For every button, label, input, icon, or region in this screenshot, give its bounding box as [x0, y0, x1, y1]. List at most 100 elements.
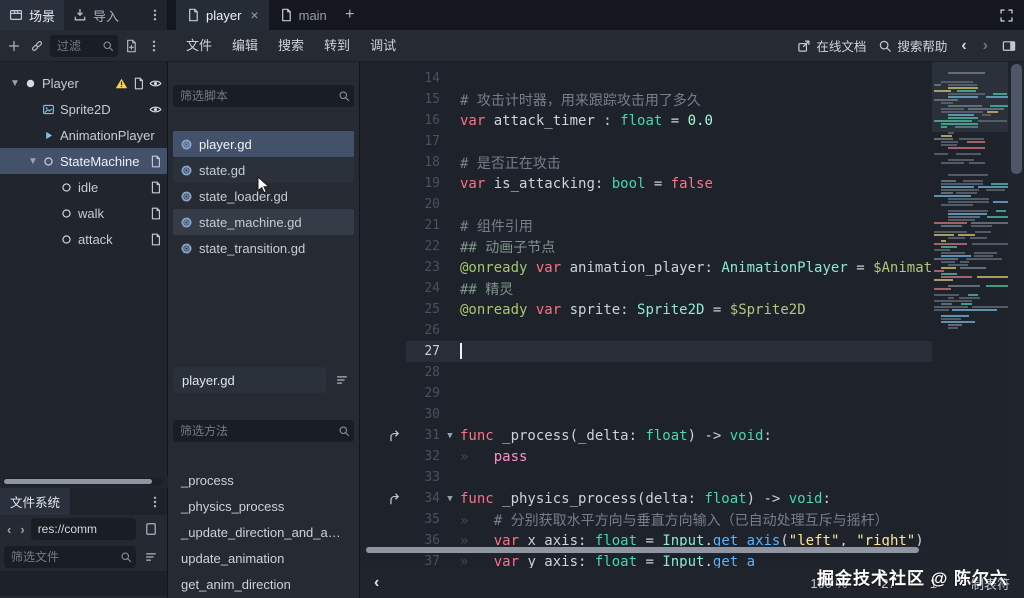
scene-node-Player[interactable]: ▼ Player: [0, 70, 167, 96]
dock-tabs-menu-button[interactable]: [143, 0, 167, 30]
code-text[interactable]: func _process(_delta: float) -> void:: [460, 428, 932, 444]
code-line-33[interactable]: 33: [360, 467, 932, 488]
script-item-state_machine.gd[interactable]: state_machine.gd: [173, 209, 354, 235]
code-line-18[interactable]: 18 # 是否正在攻击: [360, 152, 932, 173]
code-line-32[interactable]: 32 » pass: [360, 446, 932, 467]
method-override-icon[interactable]: [388, 492, 402, 506]
code-line-29[interactable]: 29: [360, 383, 932, 404]
filesystem-menu-button[interactable]: [143, 488, 167, 515]
fs-filter-input[interactable]: [4, 546, 136, 568]
code-text[interactable]: @onready var sprite: Sprite2D = $Sprite2…: [460, 302, 932, 318]
scene-node-walk[interactable]: walk: [0, 200, 167, 226]
code-line-25[interactable]: 25 @onready var sprite: Sprite2D = $Sprit…: [360, 299, 932, 320]
code-line-22[interactable]: 22 ## 动画子节点: [360, 236, 932, 257]
history-forward-button[interactable]: ›: [981, 37, 990, 55]
code-text[interactable]: # 组件引用: [460, 216, 932, 236]
script-icon[interactable]: [149, 181, 162, 194]
script-tab-player[interactable]: player ×: [176, 0, 269, 30]
method-item[interactable]: _physics_process: [173, 494, 354, 520]
code-line-34[interactable]: 34 ▼ func _physics_process(delta: float) -…: [360, 488, 932, 509]
script-tab-main[interactable]: main: [269, 0, 337, 30]
scene-node-attack[interactable]: attack: [0, 226, 167, 252]
menu-1[interactable]: 编辑: [222, 30, 268, 62]
online-docs-button[interactable]: 在线文档: [797, 36, 866, 55]
script-icon[interactable]: [149, 233, 162, 246]
method-item[interactable]: get_anim_direction: [173, 572, 354, 598]
scene-node-StateMachine[interactable]: ▼ StateMachine: [0, 148, 167, 174]
fullscreen-icon[interactable]: [999, 8, 1014, 23]
code-line-16[interactable]: 16 var attack_timer : float = 0.0: [360, 110, 932, 131]
methods-filter-input[interactable]: [173, 420, 354, 442]
method-override-icon[interactable]: [388, 429, 402, 443]
fs-sort-button[interactable]: [139, 550, 163, 564]
method-item[interactable]: _update_direction_and_ani...: [173, 520, 354, 546]
code-text[interactable]: ## 精灵: [460, 279, 932, 299]
code-vscrollbar[interactable]: [1009, 62, 1024, 568]
code-line-28[interactable]: 28: [360, 362, 932, 383]
method-item[interactable]: _process: [173, 468, 354, 494]
focus-file-button[interactable]: [139, 522, 163, 536]
code-line-20[interactable]: 20: [360, 194, 932, 215]
dock-tab-1[interactable]: 导入: [64, 0, 128, 30]
menu-4[interactable]: 调试: [360, 30, 406, 62]
code-line-23[interactable]: 23 @onready var animation_player: Animati…: [360, 257, 932, 278]
scrollbar-thumb[interactable]: [4, 479, 152, 484]
warning-icon[interactable]: [115, 77, 128, 90]
code-text[interactable]: # 攻击计时器，用来跟踪攻击用了多久: [460, 90, 932, 110]
script-item-player.gd[interactable]: player.gd: [173, 131, 354, 157]
script-item-state_transition.gd[interactable]: state_transition.gd: [173, 235, 354, 261]
tab-filesystem[interactable]: 文件系统: [0, 488, 71, 515]
fs-back-button[interactable]: ‹: [4, 522, 14, 537]
scene-node-AnimationPlayer[interactable]: AnimationPlayer: [0, 122, 167, 148]
scene-node-idle[interactable]: idle: [0, 174, 167, 200]
menu-0[interactable]: 文件: [176, 30, 222, 62]
fs-path-input[interactable]: [30, 518, 136, 540]
method-item[interactable]: update_animation: [173, 546, 354, 572]
script-icon[interactable]: [132, 77, 145, 90]
script-icon[interactable]: [149, 207, 162, 220]
code-line-24[interactable]: 24 ## 精灵: [360, 278, 932, 299]
code-line-19[interactable]: 19 var is_attacking: bool = false: [360, 173, 932, 194]
current-script-name[interactable]: player.gd: [173, 367, 326, 393]
code-text[interactable]: » pass: [460, 449, 932, 465]
panel-toggle-icon[interactable]: [1002, 39, 1016, 53]
code-line-15[interactable]: 15 # 攻击计时器，用来跟踪攻击用了多久: [360, 89, 932, 110]
code-text[interactable]: # 是否正在攻击: [460, 153, 932, 173]
code-line-21[interactable]: 21 # 组件引用: [360, 215, 932, 236]
menu-2[interactable]: 搜索: [268, 30, 314, 62]
menu-3[interactable]: 转到: [314, 30, 360, 62]
collapse-scripts-panel-button[interactable]: ‹: [374, 574, 379, 592]
code-text[interactable]: [460, 343, 932, 360]
scene-tree-hscrollbar[interactable]: [2, 478, 162, 485]
code-minimap[interactable]: [932, 62, 1008, 568]
fs-forward-button[interactable]: ›: [17, 522, 27, 537]
code-text[interactable]: var is_attacking: bool = false: [460, 176, 932, 192]
code-text[interactable]: @onready var animation_player: Animation…: [460, 260, 932, 276]
scripts-filter-input[interactable]: [173, 85, 354, 107]
code-line-30[interactable]: 30: [360, 404, 932, 425]
scrollbar-thumb[interactable]: [1011, 64, 1022, 174]
code-line-35[interactable]: 35 » # 分别获取水平方向与垂直方向输入（已自动处理互斥与摇杆）: [360, 509, 932, 530]
code-text[interactable]: ## 动画子节点: [460, 237, 932, 257]
new-tab-button[interactable]: +: [337, 0, 363, 30]
method-sort-button[interactable]: [330, 368, 354, 392]
code-line-17[interactable]: 17: [360, 131, 932, 152]
search-help-button[interactable]: 搜索帮助: [878, 36, 947, 55]
fold-caret-icon[interactable]: ▼: [440, 494, 460, 504]
scrollbar-thumb[interactable]: [366, 547, 919, 553]
collapse-arrow-icon[interactable]: ▼: [24, 156, 42, 167]
eye-icon[interactable]: [149, 103, 162, 116]
history-back-button[interactable]: ‹: [959, 37, 968, 55]
script-icon[interactable]: [149, 155, 162, 168]
attach-script-button[interactable]: [121, 39, 141, 53]
fold-caret-icon[interactable]: ▼: [440, 431, 460, 441]
code-text[interactable]: var attack_timer : float = 0.0: [460, 113, 932, 129]
dock-tab-0[interactable]: 场景: [0, 0, 65, 30]
eye-icon[interactable]: [149, 77, 162, 90]
scene-dock-menu-button[interactable]: [144, 39, 164, 53]
instance-scene-button[interactable]: [27, 39, 47, 53]
code-line-31[interactable]: 31 ▼ func _process(_delta: float) -> void:: [360, 425, 932, 446]
code-text[interactable]: func _physics_process(delta: float) -> v…: [460, 491, 932, 507]
collapse-arrow-icon[interactable]: ▼: [6, 78, 24, 89]
add-node-button[interactable]: [4, 39, 24, 53]
